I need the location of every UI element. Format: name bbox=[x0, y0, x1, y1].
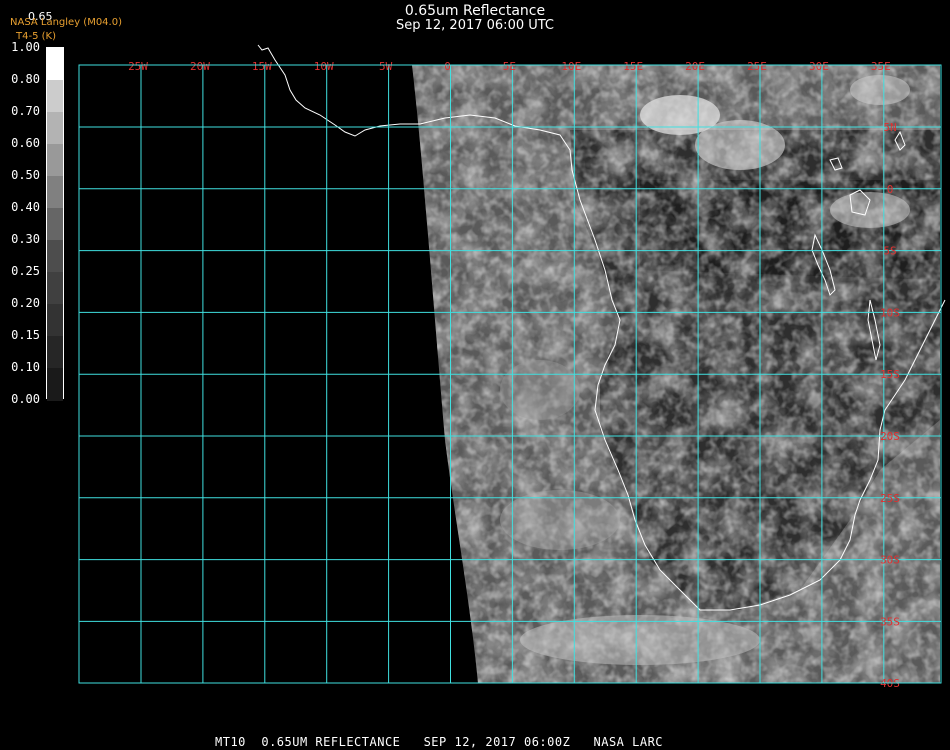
longitude-label: 5W bbox=[379, 60, 393, 73]
latitude-label: 5S bbox=[883, 245, 896, 258]
longitude-label: 30E bbox=[809, 60, 829, 73]
satellite-map: 25W 20W 15W 10W 5W 0 5E 10E 15E 20E 25E 30E 35E 5N 0 5S… bbox=[78, 44, 946, 690]
longitude-label: 15E bbox=[623, 60, 643, 73]
imagery-layer bbox=[412, 65, 940, 683]
longitude-label: 10E bbox=[561, 60, 581, 73]
longitude-label: 20E bbox=[685, 60, 705, 73]
longitude-label: 5E bbox=[503, 60, 516, 73]
longitude-label: 25W bbox=[128, 60, 148, 73]
longitude-label: 35E bbox=[871, 60, 891, 73]
latitude-label: 25S bbox=[880, 492, 900, 505]
latitude-label: 5N bbox=[883, 121, 896, 134]
latitude-label: 0 bbox=[887, 183, 894, 196]
footer-caption: MT10 0.65UM REFLECTANCE SEP 12, 2017 06:… bbox=[215, 735, 664, 749]
latitude-label: 10S bbox=[880, 306, 900, 319]
latitude-label: 35S bbox=[880, 615, 900, 628]
longitude-label: 25E bbox=[747, 60, 767, 73]
latitude-label: 20S bbox=[880, 430, 900, 443]
latitude-label: 30S bbox=[880, 554, 900, 567]
longitude-label: 0 bbox=[444, 60, 451, 73]
latitude-label: 40S bbox=[880, 677, 900, 690]
longitude-label: 15W bbox=[252, 60, 272, 73]
longitude-label: 10W bbox=[314, 60, 334, 73]
longitude-label: 20W bbox=[190, 60, 210, 73]
latitude-label: 15S bbox=[880, 368, 900, 381]
